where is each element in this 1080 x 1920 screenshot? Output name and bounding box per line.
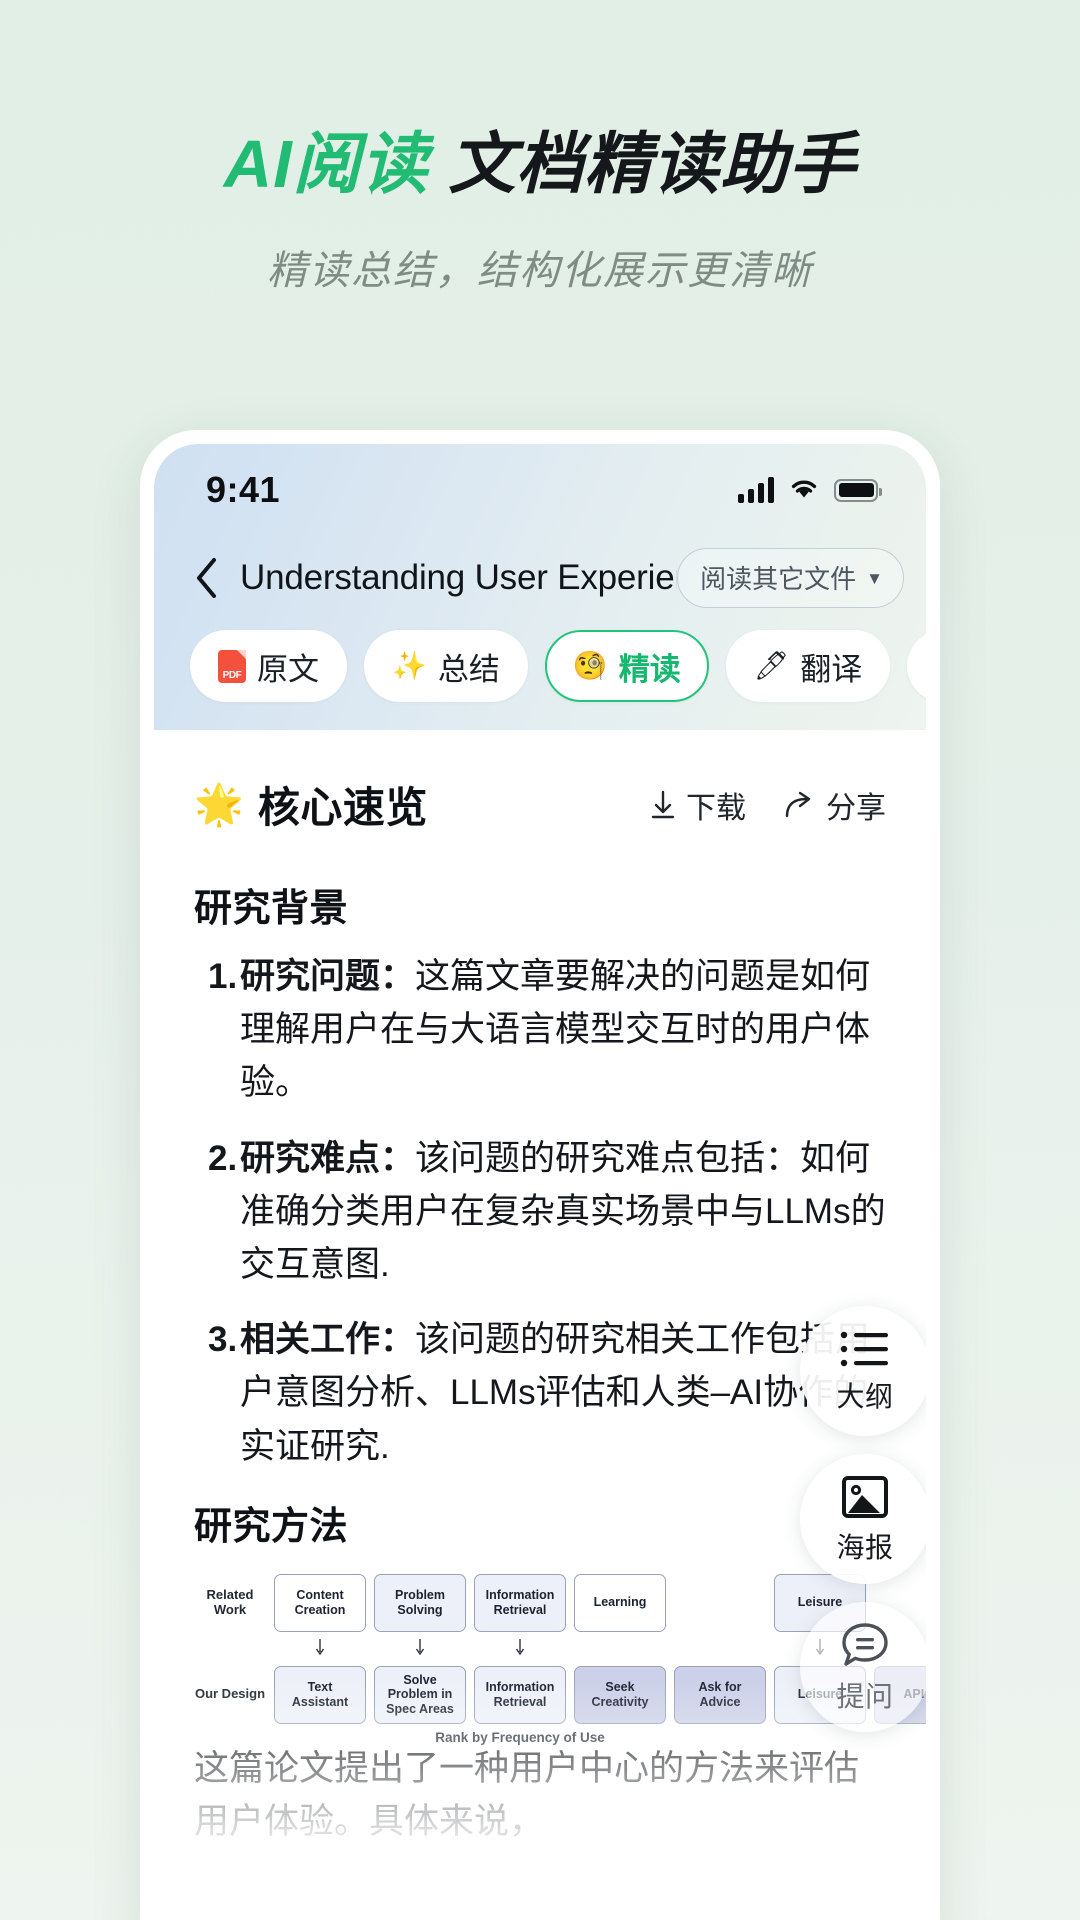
figure-node: Text Assistant xyxy=(274,1665,366,1724)
method-paragraph: 这篇论文提出了一种用户中心的方法来评估用户体验。具体来说， xyxy=(194,1748,860,1841)
page-title-main: 文档精读助手 xyxy=(448,127,857,202)
figure-row-related-work: Related Work Content Creation Problem So… xyxy=(194,1573,886,1632)
pdf-icon: PDF xyxy=(218,649,246,683)
figure-row-label: Our Design xyxy=(194,1686,266,1702)
figure-node: Learning xyxy=(574,1573,666,1632)
list-outline-icon xyxy=(838,1328,892,1370)
status-bar: 9:41 xyxy=(154,444,926,536)
figure-rows: Related Work Content Creation Problem So… xyxy=(194,1573,926,1724)
tab-deep-reading-label: 精读 xyxy=(618,651,681,687)
list-item-body: 研究问题：这篇文章要解决的问题是如何理解用户在与大语言模型交互时的用户体验。 xyxy=(240,950,886,1110)
list-item-number: 2. xyxy=(208,1138,238,1178)
tab-deep-reading[interactable]: 🧐 精读 xyxy=(544,630,709,702)
figure-arrow xyxy=(274,1638,366,1660)
content-actions: 下载 分享 xyxy=(648,783,886,827)
fab-poster-label: 海报 xyxy=(836,1531,894,1563)
list-item-number: 3. xyxy=(208,1320,238,1360)
download-button[interactable]: 下载 xyxy=(648,783,746,827)
cellular-signal-icon xyxy=(738,477,774,503)
section-heading-method: 研究方法 xyxy=(194,1505,349,1548)
promo-header: AI阅读 文档精读助手 精读总结，结构化展示更清晰 xyxy=(0,0,1080,296)
list-item-number: 1. xyxy=(208,957,238,996)
tab-translate-label: 翻译 xyxy=(800,651,863,687)
figure-arrow xyxy=(374,1638,466,1660)
list-item-body: 研究难点：该问题的研究难点包括：如何准确分类用户在复杂真实场景中与LLMs的交互… xyxy=(240,1132,886,1292)
figure-node: Ask for Advice xyxy=(674,1665,766,1724)
figure-arrow-empty xyxy=(674,1638,766,1660)
list-item-label: 相关工作： xyxy=(240,1320,416,1360)
share-button[interactable]: 分享 xyxy=(784,783,886,827)
page-title: AI阅读 文档精读助手 xyxy=(0,128,1080,202)
wifi-icon xyxy=(788,476,820,505)
fab-ask[interactable]: 提问 xyxy=(800,1602,926,1732)
page-subtitle: 精读总结，结构化展示更清晰 xyxy=(267,248,813,293)
download-label: 下载 xyxy=(686,791,746,825)
navigation-bar: Understanding User Experience... 阅读其它文件 … xyxy=(154,536,926,614)
fab-outline[interactable]: 大纲 xyxy=(800,1306,926,1436)
phone-frame: 9:41 Understanding User Experie 阅读其它文件 ▼… xyxy=(140,430,940,1920)
tab-original[interactable]: PDF 原文 xyxy=(190,630,347,702)
method-points-list: 1. 用户意图分类：首先，基于相关文献和真实世界用户日志，提出了一个包含7种用户… xyxy=(194,1870,886,1880)
screen-top-area: 9:41 Understanding User Experie 阅读其它文件 ▼… xyxy=(154,444,926,730)
list-item-body: 相关工作：该问题的研究相关工作包括用户意图分析、LLMs评估和人类–AI协作的实… xyxy=(240,1313,886,1473)
phone-screen: 9:41 Understanding User Experie 阅读其它文件 ▼… xyxy=(154,444,926,1920)
figure-node: Information Retrieval xyxy=(474,1665,566,1724)
figure-arrow xyxy=(474,1638,566,1660)
image-poster-icon xyxy=(840,1473,890,1521)
phone-mockup: 9:41 Understanding User Experie 阅读其它文件 ▼… xyxy=(140,430,940,1920)
list-item: 3. 相关工作：该问题的研究相关工作包括用户意图分析、LLMs评估和人类–AI协… xyxy=(194,1313,886,1473)
figure-node: Seek Creativity xyxy=(574,1665,666,1724)
file-picker-button[interactable]: 阅读其它文件 ▼ xyxy=(677,548,904,608)
figure-caption: Rank by Frequency of Use xyxy=(435,1729,605,1745)
content-header: 🌟 核心速览 下载 分享 xyxy=(194,774,886,835)
chat-question-icon xyxy=(839,1620,891,1670)
background-points-list: 1. 研究问题：这篇文章要解决的问题是如何理解用户在与大语言模型交互时的用户体验… xyxy=(194,950,886,1473)
tab-translate[interactable]: 🖊 翻译 xyxy=(725,630,891,702)
fab-ask-label: 提问 xyxy=(836,1680,894,1712)
sparkles-icon: ✨ xyxy=(392,650,427,681)
figure-arrows xyxy=(194,1638,886,1660)
fab-poster[interactable]: 海报 xyxy=(800,1454,926,1584)
pen-icon: 🖊 xyxy=(753,650,790,681)
page-title-accent: AI阅读 xyxy=(223,127,429,202)
list-item-body: 用户意图分类：首先，基于相关文献和真实世界用户日志，提出了一个包含7种用户意图的… xyxy=(240,1870,886,1880)
figure-node: Problem Solving xyxy=(374,1573,466,1632)
content-title: 核心速览 xyxy=(257,784,428,831)
figure-node: Solve Problem in Spec Areas xyxy=(374,1665,466,1724)
list-item-label: 研究问题： xyxy=(240,957,416,996)
floating-action-buttons[interactable]: 大纲 海报 提问 xyxy=(800,1306,926,1732)
tab-original-label: 原文 xyxy=(257,651,319,687)
back-chevron-icon[interactable] xyxy=(188,558,226,598)
list-item: 2. 研究难点：该问题的研究难点包括：如何准确分类用户在复杂真实场景中与LLMs… xyxy=(194,1132,886,1292)
download-icon xyxy=(648,789,678,821)
document-title: Understanding User Experience... xyxy=(240,558,677,597)
figure-node: Information Retrieval xyxy=(474,1573,566,1632)
figure-row-label: Related Work xyxy=(206,1586,254,1617)
list-item: 1. 用户意图分类：首先，基于相关文献和真实世界用户日志，提出了一个包含7种用户… xyxy=(194,1870,886,1880)
share-label: 分享 xyxy=(826,791,886,825)
mode-tab-bar[interactable]: PDF 原文 ✨ 总结 🧐 精读 🖊 翻译 xyxy=(154,614,926,722)
share-icon xyxy=(784,789,818,821)
section-heading-background: 研究背景 xyxy=(194,888,349,930)
list-item: 1. 研究问题：这篇文章要解决的问题是如何理解用户在与大语言模型交互时的用户体验… xyxy=(194,950,886,1110)
chevron-down-icon: ▼ xyxy=(866,569,883,588)
status-time: 9:41 xyxy=(206,469,281,510)
list-item-number: 1. xyxy=(194,1870,240,1880)
paper-figure: Related Work Content Creation Problem So… xyxy=(194,1573,926,1745)
monocle-face-icon: 🧐 xyxy=(572,650,608,681)
figure-node: Content Creation xyxy=(274,1573,366,1632)
tab-summary[interactable]: ✨ 总结 xyxy=(364,630,528,702)
battery-icon xyxy=(834,478,882,502)
list-item-label: 用户意图分类： xyxy=(240,1877,485,1880)
file-picker-label: 阅读其它文件 xyxy=(700,564,857,594)
figure-arrow-empty xyxy=(574,1638,666,1660)
tab-mindmap[interactable]: 💡 脑图 xyxy=(907,630,926,702)
star-icon: 🌟 xyxy=(194,783,244,827)
status-icons xyxy=(738,476,882,505)
list-item-label: 研究难点： xyxy=(240,1138,416,1178)
figure-row-our-design: Our Design Text Assistant Solve Problem … xyxy=(194,1665,926,1724)
fab-outline-label: 大纲 xyxy=(836,1380,894,1412)
tab-summary-label: 总结 xyxy=(437,651,500,687)
